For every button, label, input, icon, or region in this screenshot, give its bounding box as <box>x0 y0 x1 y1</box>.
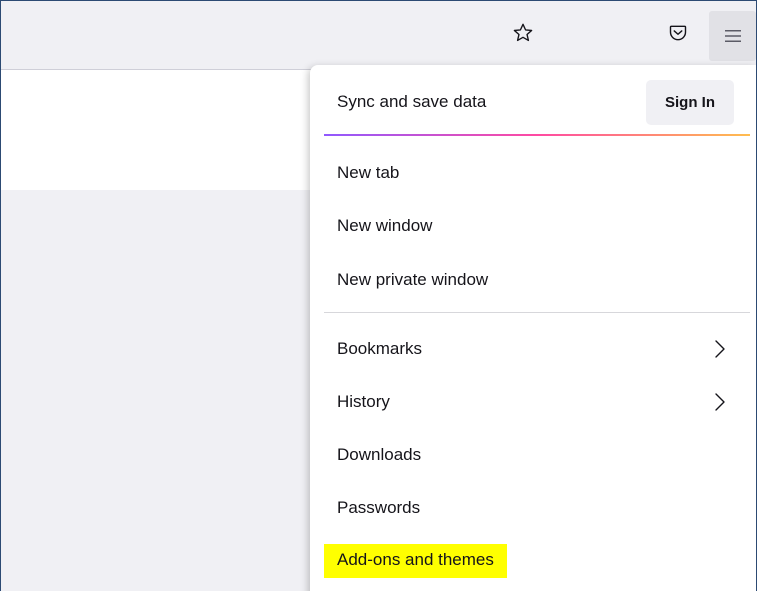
menu-item-label: History <box>337 392 390 411</box>
menu-item-add-ons-and-themes[interactable]: Add-ons and themes <box>310 538 756 586</box>
menu-item-label: New private window <box>337 270 489 289</box>
toolbar <box>1 1 756 70</box>
pocket-button[interactable] <box>660 15 696 51</box>
sign-in-button[interactable]: Sign In <box>646 80 734 125</box>
menu-item-passwords[interactable]: Passwords <box>310 484 756 532</box>
menu-item-history[interactable]: History <box>310 378 756 426</box>
pocket-icon <box>669 25 687 41</box>
chevron-right-icon <box>715 340 725 358</box>
menu-item-label: Passwords <box>337 498 421 517</box>
sync-section: Sync and save data Sign In <box>310 65 756 135</box>
menu-item-label: Downloads <box>337 445 422 464</box>
menu-item-label: New tab <box>337 163 400 182</box>
menu-item-label: Bookmarks <box>337 339 423 358</box>
menu-item-label: New window <box>337 216 433 235</box>
browser-window: Sync and save data Sign In New tab New w… <box>0 0 757 591</box>
sync-title: Sync and save data <box>337 92 487 111</box>
bookmark-star-button[interactable] <box>505 15 541 51</box>
menu-item-new-window[interactable]: New window <box>310 202 756 250</box>
open-menu-button[interactable] <box>709 11 756 61</box>
sync-gradient-divider <box>324 134 750 136</box>
hamburger-menu-icon <box>724 30 741 42</box>
menu-item-bookmarks[interactable]: Bookmarks <box>310 325 756 373</box>
menu-separator <box>324 312 750 313</box>
app-menu-panel: Sync and save data Sign In New tab New w… <box>310 65 756 591</box>
bookmark-star-icon <box>513 23 533 42</box>
menu-item-new-private-window[interactable]: New private window <box>310 256 756 304</box>
menu-item-new-tab[interactable]: New tab <box>310 149 756 197</box>
menu-item-label: Add-ons and themes <box>324 544 507 578</box>
chevron-right-icon <box>715 393 725 411</box>
menu-item-downloads[interactable]: Downloads <box>310 431 756 479</box>
